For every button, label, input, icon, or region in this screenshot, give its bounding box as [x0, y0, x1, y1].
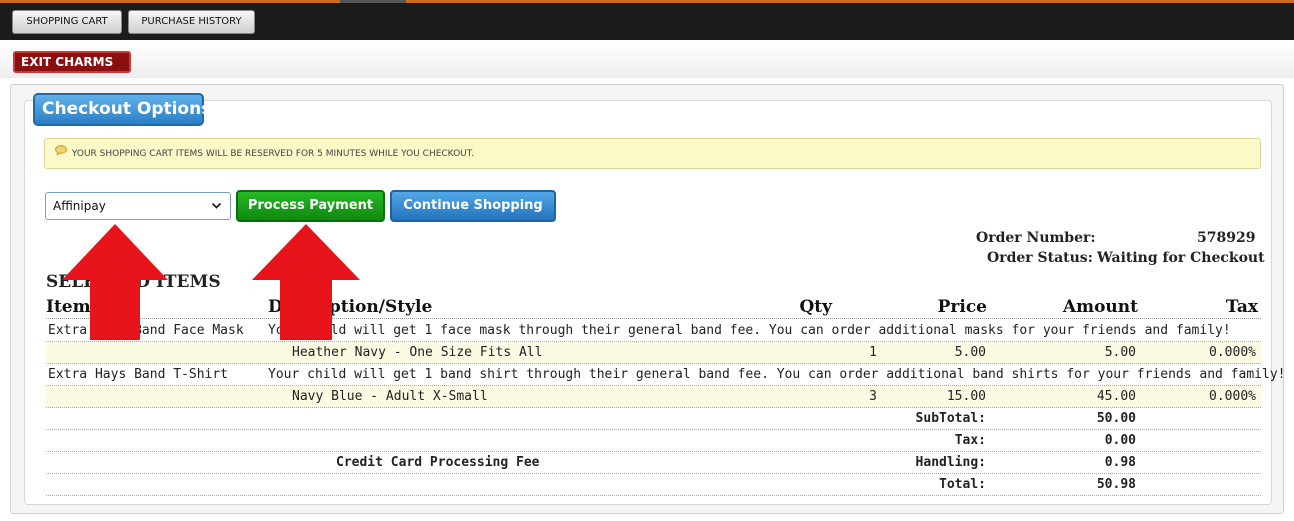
handling-row: Credit Card Processing Fee Handling: 0.9… [46, 452, 1261, 474]
handling-value: 0.98 [1104, 455, 1136, 470]
reservation-notice: YOUR SHOPPING CART ITEMS WILL BE RESERVE… [44, 138, 1261, 169]
reservation-notice-text: YOUR SHOPPING CART ITEMS WILL BE RESERVE… [71, 149, 475, 159]
exit-charms-button[interactable]: EXIT CHARMS [13, 51, 131, 73]
header-divider [46, 318, 1261, 319]
arrow-shape [252, 224, 360, 340]
item-style: Heather Navy - One Size Fits All [292, 345, 543, 360]
item-description: Your child will get 1 band shirt through… [268, 367, 1286, 382]
header-tax: Tax [1225, 297, 1258, 317]
table-row: Navy Blue - Adult X-Small 3 15.00 45.00 … [46, 386, 1261, 408]
checkout-options-heading: Checkout Options [33, 93, 211, 126]
payment-method-select[interactable]: Affinipay [45, 192, 231, 220]
item-amount: 5.00 [1104, 345, 1136, 360]
order-number-label: Order Number: [976, 230, 1096, 246]
total-value: 50.98 [1096, 477, 1136, 492]
item-price: 15.00 [946, 389, 986, 404]
order-status-label: Order Status: [987, 250, 1093, 266]
subtotal-row: SubTotal: 50.00 [46, 408, 1261, 430]
header-price: Price [937, 297, 987, 317]
order-number-value: 578929 [1197, 230, 1256, 246]
item-name: Extra Hays Band T-Shirt [48, 367, 229, 382]
table-row: Extra Hays Band T-Shirt Your child will … [46, 364, 1285, 386]
payment-method-value: Affinipay [53, 199, 106, 213]
header-qty: Qty [799, 297, 832, 317]
handling-label: Handling: [915, 455, 986, 470]
tab-purchase-history[interactable]: Purchase History [128, 10, 255, 34]
tax-label: Tax: [954, 433, 986, 448]
table-row: Extra Hays Band Face Mask Your child wil… [46, 320, 1261, 342]
tax-value: 0.00 [1104, 433, 1136, 448]
item-description: Your child will get 1 face mask through … [268, 323, 1231, 338]
table-row: Heather Navy - One Size Fits All 1 5.00 … [46, 342, 1261, 364]
item-qty: 1 [869, 345, 877, 360]
tax-row: Tax: 0.00 [46, 430, 1261, 452]
order-status-value: Waiting for Checkout [1097, 250, 1265, 266]
subtotal-value: 50.00 [1096, 411, 1136, 426]
process-payment-button[interactable]: Process Payment [236, 190, 385, 222]
total-row: Total: 50.98 [46, 474, 1261, 496]
header-amount: Amount [1062, 297, 1138, 317]
continue-shopping-button[interactable]: Continue Shopping [390, 190, 556, 222]
arrow-up-icon [62, 224, 168, 340]
item-tax: 0.000% [1209, 345, 1256, 360]
item-style: Navy Blue - Adult X-Small [292, 389, 488, 404]
sub-toolbar [0, 40, 1294, 78]
item-price: 5.00 [954, 345, 986, 360]
speech-bubble-icon [55, 139, 69, 168]
item-tax: 0.000% [1209, 389, 1256, 404]
chevron-down-icon [211, 193, 222, 229]
subtotal-label: SubTotal: [915, 411, 986, 426]
arrow-up-icon [252, 224, 360, 340]
processing-fee-description: Credit Card Processing Fee [336, 455, 540, 470]
arrow-shape [62, 224, 168, 340]
total-label: Total: [939, 477, 986, 492]
item-amount: 45.00 [1096, 389, 1136, 404]
tab-shopping-cart[interactable]: Shopping Cart [12, 10, 122, 34]
item-qty: 3 [869, 389, 877, 404]
top-bar-highlight [340, 0, 406, 3]
